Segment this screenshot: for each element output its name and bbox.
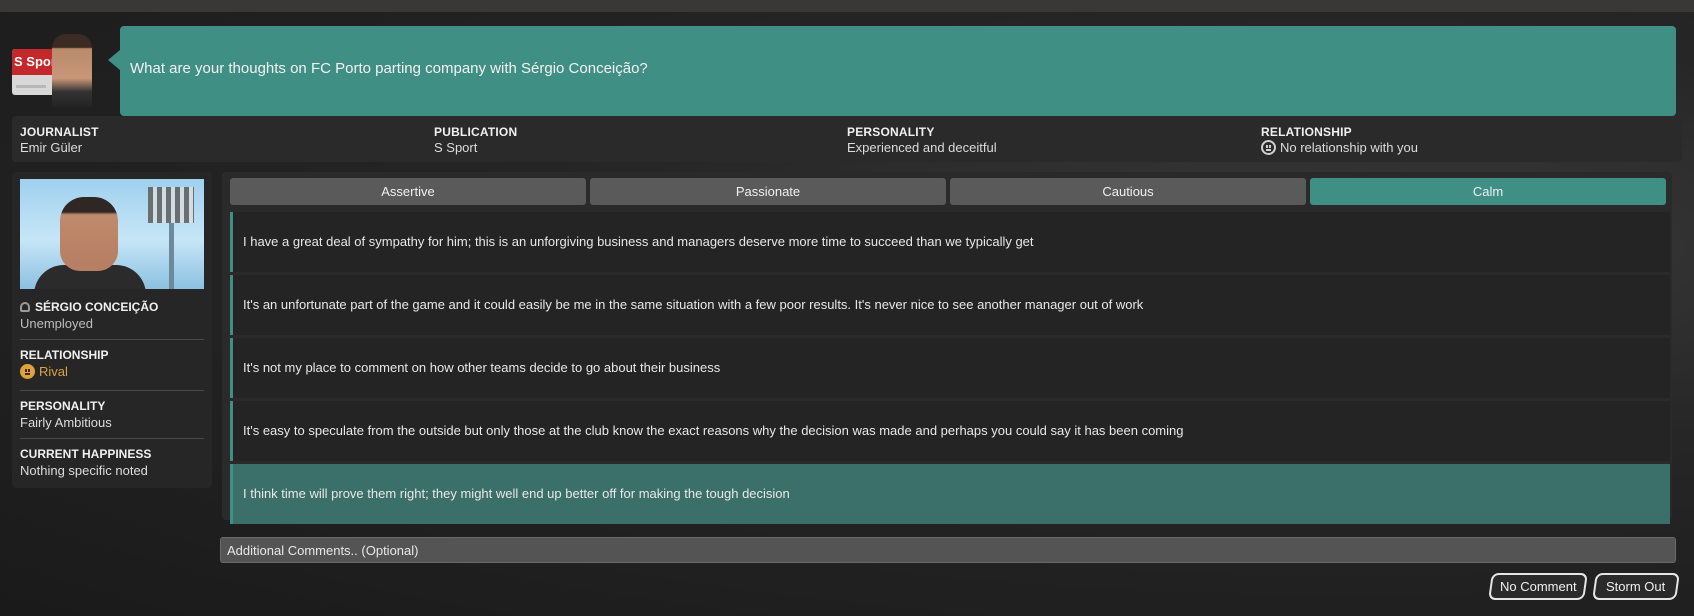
storm-out-label: Storm Out: [1606, 579, 1666, 594]
manager-panel: SÉRGIO CONCEIÇÃO Unemployed RELATIONSHIP…: [12, 172, 212, 488]
manager-relationship: RELATIONSHIP Rival: [20, 348, 108, 379]
response-panel: Assertive Passionate Cautious Calm I hav…: [222, 172, 1672, 524]
question-text: What are your thoughts on FC Porto parti…: [130, 60, 648, 77]
no-comment-label: No Comment: [1499, 579, 1577, 594]
manager-personality-label: PERSONALITY: [20, 399, 106, 413]
journalist-info-bar: JOURNALIST Emir Güler PUBLICATION S Spor…: [12, 116, 1682, 162]
neutral-face-icon: [1261, 140, 1276, 155]
relationship-value: No relationship with you: [1280, 140, 1419, 155]
publication-logo-text: S Sport: [12, 49, 56, 75]
manager-name-row: SÉRGIO CONCEIÇÃO: [20, 300, 158, 314]
storm-out-button[interactable]: Storm Out: [1592, 573, 1680, 600]
manager-happiness-label: CURRENT HAPPINESS: [20, 447, 152, 461]
relationship-row: No relationship with you: [1261, 140, 1418, 155]
info-publication: PUBLICATION S Sport: [434, 125, 517, 155]
divider: [20, 390, 204, 391]
answer-option-selected[interactable]: I think time will prove them right; they…: [230, 464, 1670, 524]
manager-personality-value: Fairly Ambitious: [20, 415, 112, 430]
publication-label: PUBLICATION: [434, 125, 518, 139]
journalist-label: JOURNALIST: [20, 125, 99, 139]
no-comment-button[interactable]: No Comment: [1488, 573, 1588, 600]
answer-option[interactable]: It's an unfortunate part of the game and…: [230, 275, 1670, 335]
tone-tabs: Assertive Passionate Cautious Calm: [230, 178, 1666, 206]
answer-text: It's an unfortunate part of the game and…: [243, 297, 1144, 312]
answer-text: It's easy to speculate from the outside …: [243, 423, 1184, 438]
press-conference-screen: S Sport What are your thoughts on FC Por…: [0, 0, 1694, 616]
info-journalist: JOURNALIST Emir Güler: [20, 125, 99, 155]
tab-cautious[interactable]: Cautious: [950, 178, 1306, 205]
logo-bar: [16, 85, 46, 88]
answer-option[interactable]: It's not my place to comment on how othe…: [230, 338, 1670, 398]
rival-face-icon: [20, 364, 35, 379]
answer-text: I have a great deal of sympathy for him;…: [243, 234, 1034, 249]
question-bubble: What are your thoughts on FC Porto parti…: [108, 26, 1676, 116]
question-header: S Sport What are your thoughts on FC Por…: [0, 12, 1694, 116]
answer-option[interactable]: I have a great deal of sympathy for him;…: [230, 212, 1670, 272]
personality-label: PERSONALITY: [847, 125, 935, 139]
divider: [20, 438, 204, 439]
publication-name: S Sport: [434, 140, 478, 155]
personality-value: Experienced and deceitful: [847, 140, 997, 155]
manager-personality: PERSONALITY Fairly Ambitious: [20, 399, 112, 430]
answer-text: It's not my place to comment on how othe…: [243, 360, 721, 375]
relationship-label: RELATIONSHIP: [1261, 125, 1352, 139]
manager-head: [60, 197, 118, 271]
publication-logo: S Sport: [12, 49, 56, 95]
journalist-name[interactable]: Emir Güler: [20, 140, 99, 155]
tab-assertive[interactable]: Assertive: [230, 178, 586, 205]
manager-name[interactable]: SÉRGIO CONCEIÇÃO: [35, 300, 158, 314]
manager-relationship-row: Rival: [20, 364, 108, 379]
additional-comments-input[interactable]: [220, 537, 1676, 563]
answer-text: I think time will prove them right; they…: [243, 486, 790, 501]
info-relationship: RELATIONSHIP No relationship with you: [1261, 125, 1418, 155]
answer-list: I have a great deal of sympathy for him;…: [230, 212, 1670, 527]
manager-relationship-label: RELATIONSHIP: [20, 348, 109, 362]
answer-option[interactable]: It's easy to speculate from the outside …: [230, 401, 1670, 461]
manager-relationship-value: Rival: [39, 364, 68, 379]
tab-calm[interactable]: Calm: [1310, 178, 1666, 205]
person-icon: [20, 302, 30, 312]
info-personality: PERSONALITY Experienced and deceitful: [847, 125, 997, 155]
divider: [20, 339, 204, 340]
manager-status: Unemployed: [20, 316, 93, 331]
journalist-avatar: [52, 34, 92, 108]
manager-happiness: CURRENT HAPPINESS Nothing specific noted: [20, 447, 151, 478]
manager-happiness-value: Nothing specific noted: [20, 463, 148, 478]
floodlight-graphic: [148, 187, 194, 223]
floodlight-pole: [169, 223, 174, 289]
manager-photo[interactable]: [20, 179, 204, 289]
tab-passionate[interactable]: Passionate: [590, 178, 946, 205]
